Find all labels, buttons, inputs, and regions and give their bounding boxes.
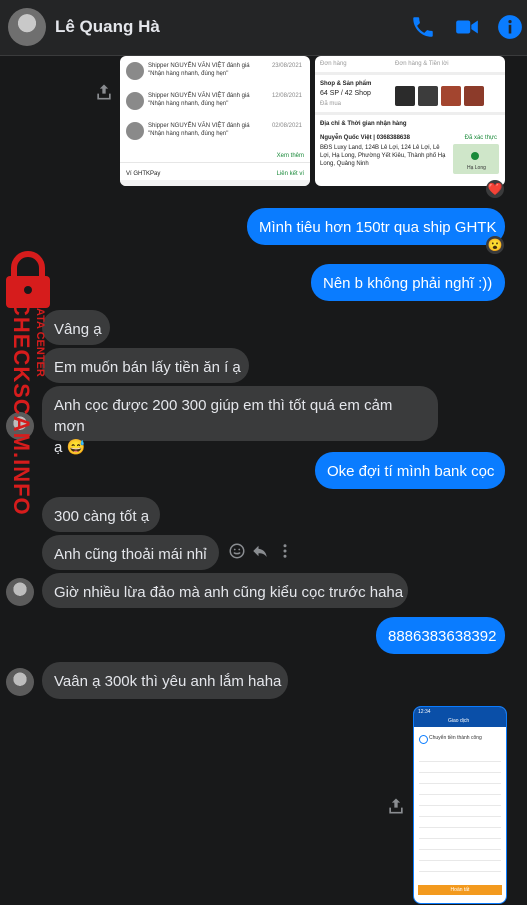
- heart-reaction[interactable]: ❤️: [486, 180, 504, 198]
- shipper-avatar: [126, 92, 144, 110]
- success-check-icon: [419, 735, 428, 744]
- receipt-success: Chuyển tiền thành công: [429, 735, 482, 741]
- more-options-icon[interactable]: [276, 542, 294, 560]
- message-incoming[interactable]: 300 càng tốt ạ: [42, 497, 160, 532]
- message-incoming[interactable]: Em muốn bán lấy tiền ăn í ạ: [42, 348, 249, 383]
- address-label: Địa chỉ & Thời gian nhận hàng: [320, 121, 407, 127]
- phone-call-icon[interactable]: [410, 14, 436, 40]
- review-date: 23/08/2021: [271, 63, 302, 69]
- product-thumb: [441, 86, 461, 106]
- receipt-done-button: Hoàn tất: [418, 885, 502, 895]
- shipper-avatar: [126, 62, 144, 80]
- product-thumb: [418, 86, 438, 106]
- bank-receipt-image[interactable]: 12:34 Giao dịch Chuyển tiền thành công H…: [413, 706, 507, 904]
- contact-name[interactable]: Lê Quang Hà: [55, 17, 160, 37]
- video-call-icon[interactable]: [454, 14, 480, 40]
- shared-image-left[interactable]: Shipper NGUYỄN VĂN VIỆT đánh giá "Nhận hà…: [120, 56, 310, 186]
- shipper-avatar: [126, 122, 144, 140]
- emoji-react-icon[interactable]: [228, 542, 246, 560]
- review-text: Shipper NGUYỄN VĂN VIỆT đánh giá "Nhận hà…: [148, 93, 250, 107]
- review-text: Shipper NGUYỄN VĂN VIỆT đánh giá "Nhận hà…: [148, 123, 250, 137]
- message-incoming[interactable]: Giờ nhiều lừa đảo mà anh cũng kiểu cọc t…: [42, 573, 408, 608]
- message-incoming[interactable]: Anh cũng thoải mái nhỉ: [42, 535, 219, 570]
- chat-header: Lê Quang Hà: [0, 0, 527, 56]
- map-thumbnail: Hạ Long: [453, 144, 499, 174]
- shop-label: Shop & Sản phẩm: [320, 81, 372, 87]
- info-icon[interactable]: [497, 14, 523, 40]
- message-outgoing[interactable]: Nên b không phải nghĩ :)): [311, 264, 505, 301]
- share-icon[interactable]: [386, 796, 406, 816]
- product-thumb: [464, 86, 484, 106]
- shop-sub: Đã mua: [320, 101, 342, 107]
- message-outgoing[interactable]: 8886383638392: [376, 617, 505, 654]
- review-row: Shipper NGUYỄN VĂN VIỆT đánh giá "Nhận hà…: [126, 62, 306, 82]
- review-date: 12/08/2021: [271, 93, 302, 99]
- contact-avatar-small: [6, 668, 34, 696]
- shared-image-right[interactable]: Đơn hàng Đơn hàng & Tiền lời Shop & Sản …: [315, 56, 505, 186]
- share-icon[interactable]: [94, 82, 114, 102]
- watermark-brand: CHECKSCAM.INFO: [9, 300, 34, 516]
- address-name: Nguyễn Quốc Việt | 0368388638: [320, 135, 410, 141]
- review-date: 02/08/2021: [271, 123, 302, 129]
- contact-avatar[interactable]: [8, 8, 46, 46]
- wallet-label: Ví GHTKPay: [126, 171, 161, 177]
- review-row: Shipper NGUYỄN VĂN VIỆT đánh giá "Nhận hà…: [126, 92, 306, 112]
- review-text: Shipper NGUYỄN VĂN VIỆT đánh giá "Nhận hà…: [148, 63, 250, 77]
- tab-orders-profit: Đơn hàng & Tiền lời: [395, 61, 449, 67]
- product-thumb: [395, 86, 415, 106]
- review-row: Shipper NGUYỄN VĂN VIỆT đánh giá "Nhận hà…: [126, 122, 306, 142]
- address-text: BĐS Luxy Land, 124B Lê Lợi, 124 Lê Lợi, …: [320, 145, 446, 167]
- address-verified: Đã xác thực: [464, 135, 497, 141]
- message-incoming[interactable]: Vaân ạ 300k thì yêu anh lắm haha: [42, 662, 288, 699]
- shop-count: 64 SP / 42 Shop: [320, 90, 371, 97]
- see-more-link: Xem thêm: [276, 153, 304, 159]
- tab-orders: Đơn hàng: [320, 61, 347, 67]
- message-outgoing[interactable]: Oke đợi tí mình bank cọc: [315, 452, 505, 489]
- receipt-details: [419, 751, 501, 881]
- reply-icon[interactable]: [251, 542, 269, 560]
- wow-reaction[interactable]: 😮: [486, 236, 504, 254]
- watermark-subtitle: DATA CENTER: [34, 300, 46, 377]
- message-outgoing[interactable]: Mình tiêu hơn 150tr qua ship GHTK: [247, 208, 505, 245]
- message-incoming[interactable]: Anh cọc được 200 300 giúp em thì tốt quá…: [42, 386, 438, 456]
- wallet-link: Liên kết ví: [276, 171, 304, 177]
- contact-avatar-small: [6, 578, 34, 606]
